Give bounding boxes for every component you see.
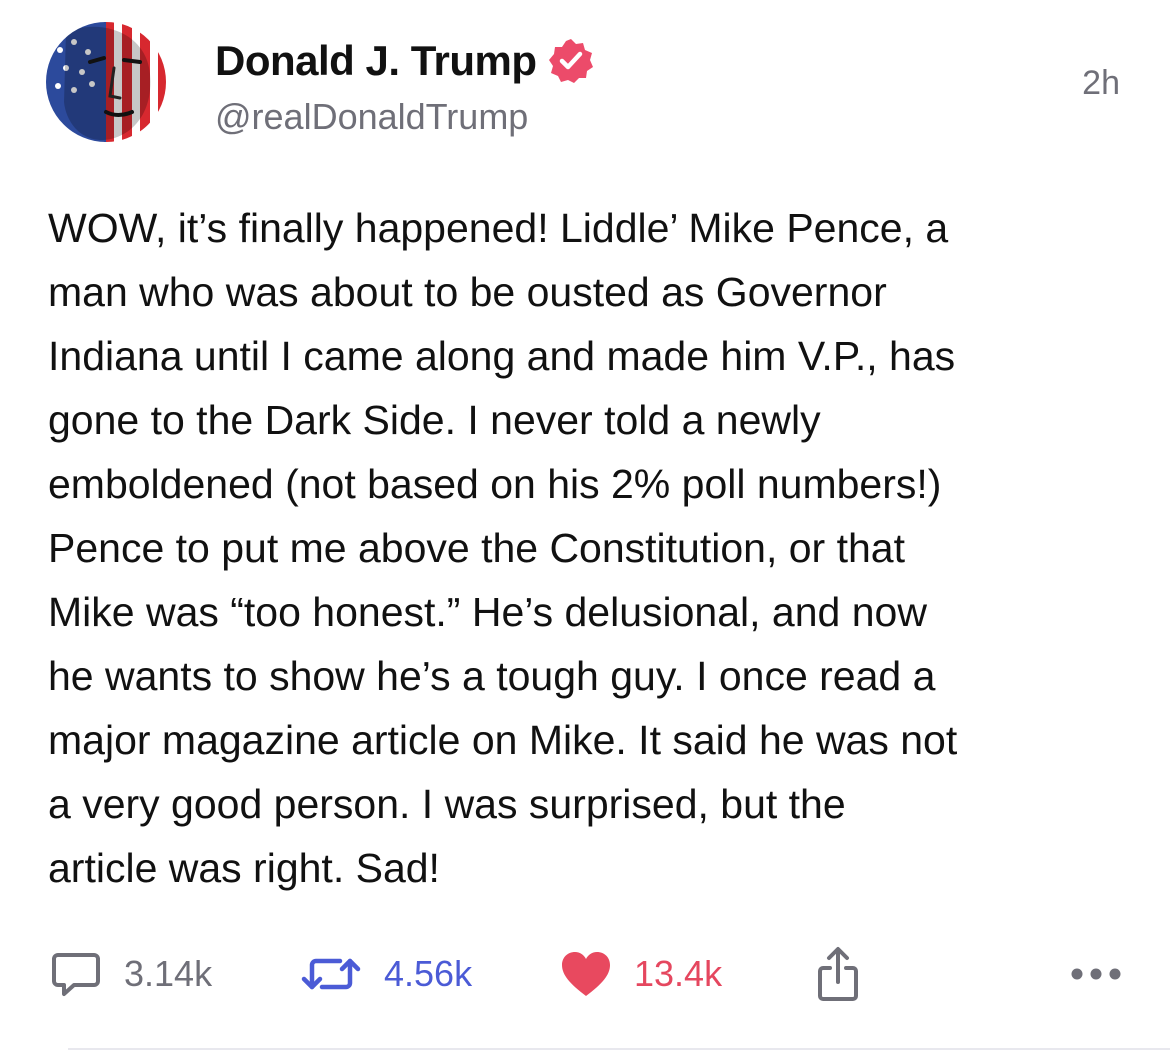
like-count: 13.4k <box>634 953 723 994</box>
repost-count: 4.56k <box>384 953 473 994</box>
reply-count: 3.14k <box>124 953 213 994</box>
verified-badge-icon <box>548 39 593 83</box>
action-bar: 3.14k 4.56k 13.4k <box>50 944 1122 1004</box>
author-handle[interactable]: @realDonaldTrump <box>215 96 528 138</box>
more-button[interactable] <box>1070 944 1122 1004</box>
author-row[interactable]: Donald J. Trump <box>215 36 595 86</box>
repost-icon <box>301 958 361 990</box>
reply-icon <box>52 953 100 996</box>
post-text: WOW, it’s finally happened! Liddle’ Mike… <box>48 205 958 891</box>
repost-button[interactable]: 4.56k <box>300 944 472 1004</box>
divider <box>68 1048 1170 1050</box>
avatar[interactable] <box>46 22 166 142</box>
post-timestamp[interactable]: 2h <box>1082 64 1120 103</box>
flag-portrait-avatar-icon <box>46 22 166 142</box>
like-button[interactable]: 13.4k <box>560 944 722 1004</box>
display-name[interactable]: Donald J. Trump <box>215 37 537 85</box>
reply-button[interactable]: 3.14k <box>50 944 212 1004</box>
post-card: Donald J. Trump @realDonaldTrump 2h WOW,… <box>0 0 1170 1052</box>
more-icon <box>1071 968 1121 980</box>
heart-icon <box>562 952 610 996</box>
share-button[interactable] <box>816 944 860 1004</box>
share-icon <box>818 947 858 1001</box>
